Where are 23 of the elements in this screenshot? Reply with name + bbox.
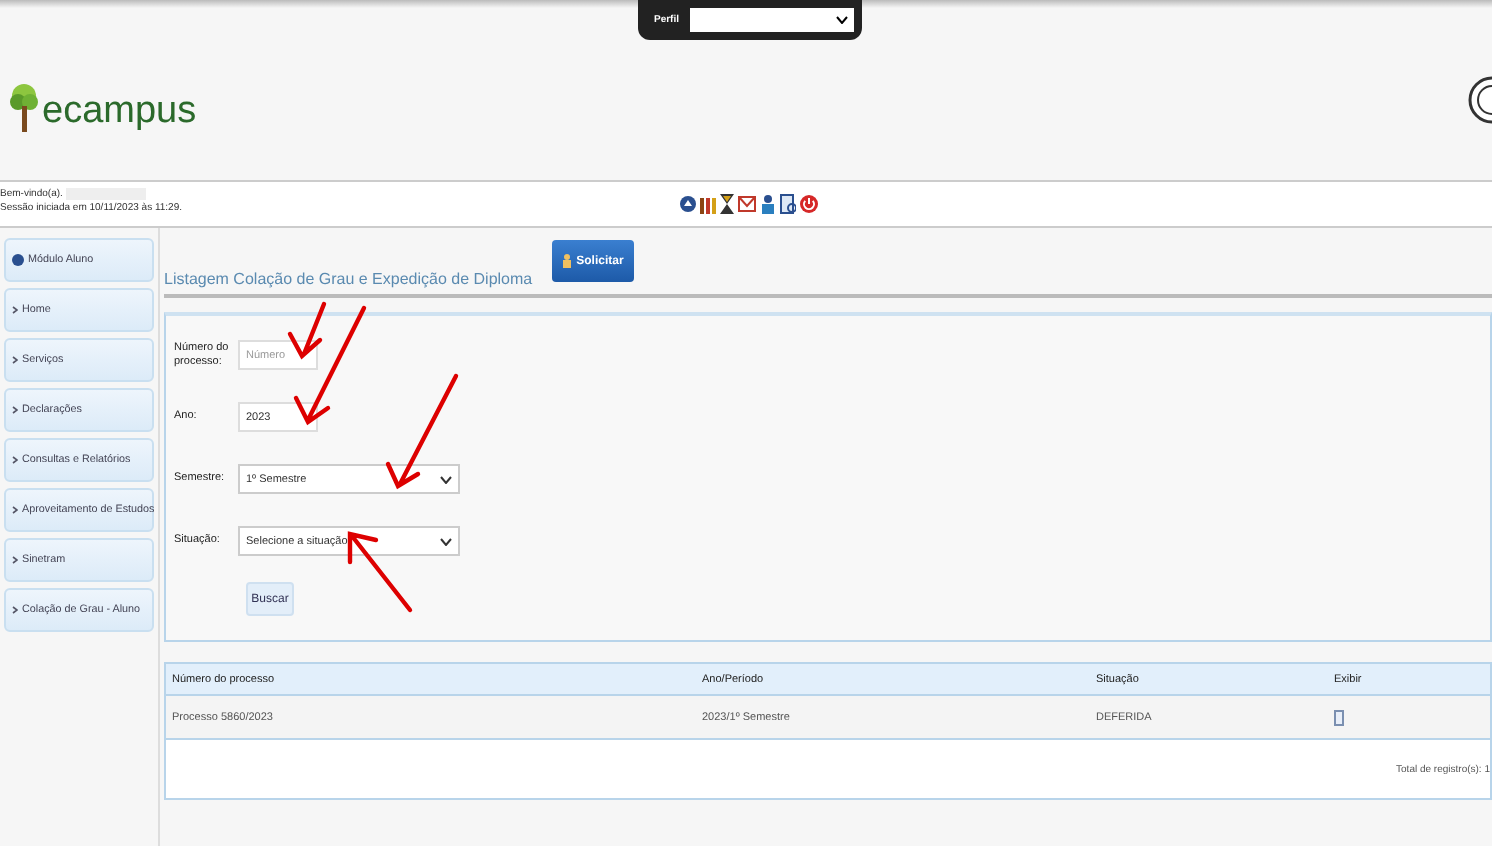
tree-logo-icon: [8, 82, 40, 134]
hourglass-icon[interactable]: [720, 194, 734, 214]
chevron-icon: [12, 456, 18, 464]
caret-icon: [836, 16, 848, 24]
mail-icon[interactable]: [738, 194, 756, 214]
chevron-icon: [12, 406, 18, 414]
chevron-icon: [12, 506, 18, 514]
caret-icon: [440, 475, 452, 483]
annotation-arrow: [386, 374, 460, 490]
chevron-icon: [12, 356, 18, 364]
books-icon[interactable]: [700, 194, 716, 214]
person-icon[interactable]: [760, 194, 776, 214]
caret-icon: [440, 537, 452, 545]
document-icon[interactable]: [780, 194, 796, 214]
chevron-icon: [12, 556, 18, 564]
page-title: Listagem Colação de Grau e Expedição de Diploma: [164, 270, 533, 292]
chevron-icon: [12, 606, 18, 614]
logo-text: ecampus: [42, 92, 197, 130]
annotation-arrow: [348, 532, 414, 614]
chevron-icon: [12, 306, 18, 314]
person-icon: [562, 254, 573, 268]
power-icon[interactable]: [800, 194, 818, 214]
home-icon[interactable]: [680, 194, 696, 214]
